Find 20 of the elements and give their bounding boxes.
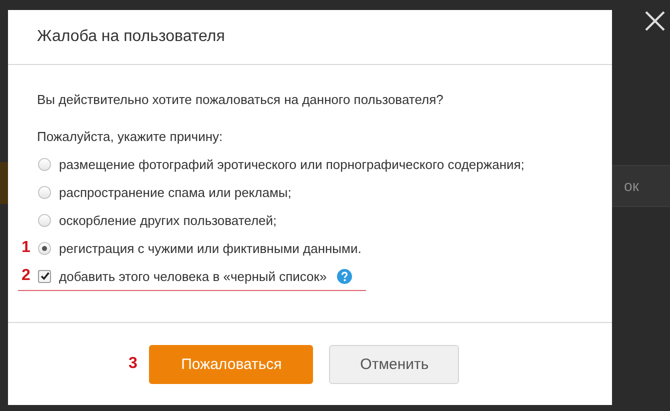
radio-button[interactable] — [38, 186, 51, 198]
annotation-number: 2 — [20, 267, 32, 285]
checkbox-label: добавить этого человека в «черный список» — [59, 268, 327, 284]
reason-label: размещение фотографий эротического или порнографического содержания; — [59, 156, 524, 172]
annotation-number: 3 — [128, 355, 138, 373]
background-banner — [0, 162, 8, 204]
reason-label: распространение спама или рекламы; — [59, 184, 292, 200]
radio-button[interactable] — [38, 158, 51, 170]
cancel-button[interactable]: Отменить — [329, 344, 460, 384]
help-icon[interactable] — [336, 268, 352, 284]
radio-button[interactable] — [38, 214, 51, 226]
reason-label: оскорбление других пользователей; — [59, 212, 277, 228]
checkbox[interactable] — [38, 270, 51, 282]
background-text: ок — [624, 178, 639, 194]
question-text: Вы действительно хотите пожаловаться на данного пользователя? — [37, 92, 444, 107]
dialog-title: Жалоба на пользователя — [37, 28, 225, 46]
radio-button[interactable] — [38, 242, 51, 254]
annotation-number: 1 — [20, 239, 32, 257]
reason-label: регистрация с чужими или фиктивными данными. — [59, 240, 362, 256]
prompt-text: Пожалуйста, укажите причину: — [37, 129, 224, 144]
